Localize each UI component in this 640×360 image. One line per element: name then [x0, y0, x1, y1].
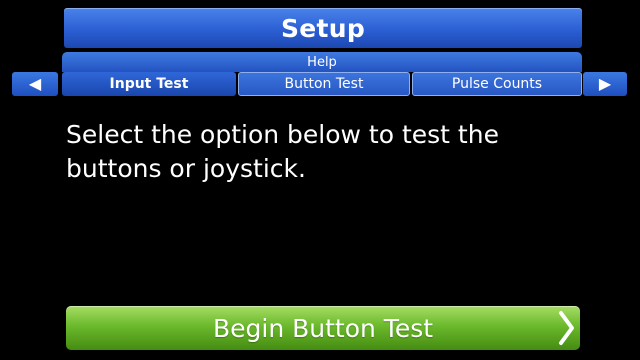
instruction-text: Select the option below to test the butt… [66, 120, 499, 183]
tab-label: Button Test [284, 76, 364, 92]
tab-pulse-counts[interactable]: Pulse Counts [412, 72, 582, 96]
tab-label: Pulse Counts [451, 76, 543, 92]
arrow-right-icon: ▶ [598, 74, 612, 93]
tab-row: ◀ Input Test Button Test Pulse Counts ▶ [0, 72, 640, 96]
page-title: Setup [280, 13, 366, 43]
title-bar: Setup [64, 8, 582, 48]
begin-button-label: Begin Button Test [212, 313, 434, 343]
begin-button-test-button[interactable]: Begin Button Test [66, 306, 580, 350]
tab-label: Input Test [109, 76, 189, 92]
help-label: Help [307, 54, 337, 70]
setup-screen: Setup Help ◀ Input Test Button Test Puls… [0, 0, 640, 360]
help-tab[interactable]: Help [62, 52, 582, 72]
next-tab-button[interactable]: ▶ [583, 72, 627, 96]
tab-input-test[interactable]: Input Test [62, 72, 236, 96]
arrow-left-icon: ◀ [28, 74, 42, 93]
tab-button-test[interactable]: Button Test [238, 72, 410, 96]
previous-tab-button[interactable]: ◀ [12, 72, 58, 96]
chevron-right-icon [559, 311, 574, 345]
